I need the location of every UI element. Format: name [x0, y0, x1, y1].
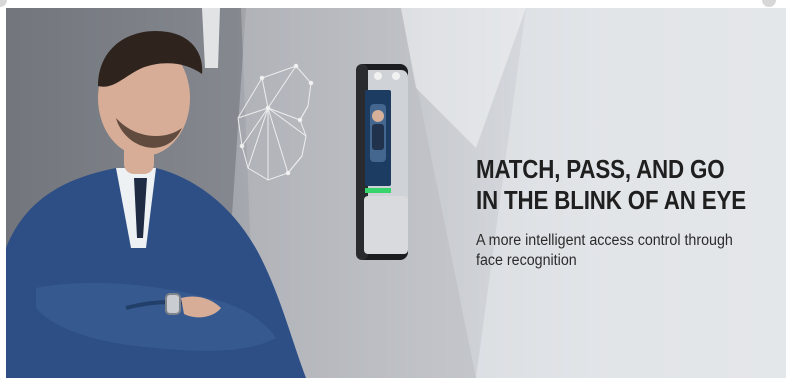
headline: MATCH, PASS, AND GO IN THE BLINK OF AN E… — [476, 154, 748, 216]
headline-line-2: IN THE BLINK OF AN EYE — [476, 185, 746, 215]
corner-dot-right — [762, 0, 776, 7]
promo-banner-image: MATCH, PASS, AND GO IN THE BLINK OF AN E… — [6, 8, 786, 378]
corner-dot-left — [0, 0, 7, 7]
light-beam — [202, 8, 220, 68]
face-recognition-terminal — [356, 64, 408, 260]
device-indicator — [365, 188, 391, 193]
subheadline: A more intelligent access control throug… — [476, 231, 767, 271]
subheadline-line-1: A more intelligent access control throug… — [476, 232, 733, 249]
subheadline-line-2: face recognition — [476, 252, 577, 269]
headline-line-1: MATCH, PASS, AND GO — [476, 154, 725, 184]
banner-frame: MATCH, PASS, AND GO IN THE BLINK OF AN E… — [0, 0, 786, 380]
